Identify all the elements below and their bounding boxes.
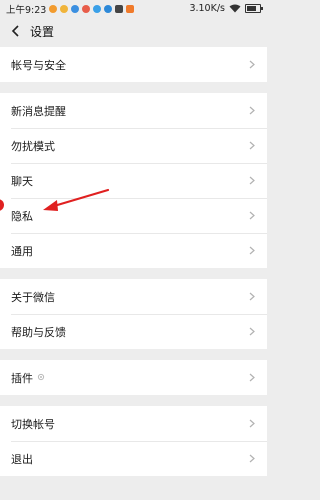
settings-item-label: 勿扰模式 (11, 139, 55, 153)
spacer (0, 349, 267, 360)
chevron-right-icon (249, 176, 257, 185)
chevron-right-icon (249, 106, 257, 115)
chevron-right-icon (249, 211, 257, 220)
notification-icon (71, 4, 80, 13)
settings-item-switch-account[interactable]: 切换帐号 (0, 406, 267, 441)
settings-item-help-feedback[interactable]: 帮助与反馈 (0, 314, 267, 349)
chevron-right-icon (249, 292, 257, 301)
settings-item-new-message-notify[interactable]: 新消息提醒 (0, 93, 267, 128)
chevron-left-icon (11, 25, 19, 37)
status-right: 3.10K/s (189, 3, 263, 14)
page-title: 设置 (30, 24, 55, 39)
settings-item-account-security[interactable]: 帐号与安全 (0, 47, 267, 82)
annotation-arrow-icon (43, 188, 110, 211)
wifi-icon (229, 4, 241, 13)
settings-item-label: 退出 (11, 452, 33, 466)
status-bar: 上午9:23 3.10K/s (0, 0, 267, 17)
settings-item-label: 聊天 (11, 174, 33, 188)
chevron-right-icon (249, 246, 257, 255)
chevron-right-icon (249, 419, 257, 428)
settings-item-label: 切换帐号 (11, 417, 55, 431)
notification-icon (115, 4, 124, 13)
settings-group-account-actions: 切换帐号 退出 (0, 406, 267, 476)
spacer (0, 82, 267, 93)
spacer (0, 268, 267, 279)
settings-item-label: 关于微信 (11, 290, 55, 304)
status-left: 上午9:23 (6, 2, 135, 16)
settings-item-label: 帮助与反馈 (11, 325, 66, 339)
settings-group-about: 关于微信 帮助与反馈 (0, 279, 267, 349)
nav-bar: 设置 (0, 17, 267, 45)
chevron-right-icon (249, 141, 257, 150)
settings-item-label: 隐私 (11, 209, 33, 223)
settings-item-general[interactable]: 通用 (0, 233, 267, 268)
chevron-right-icon (249, 454, 257, 463)
chevron-right-icon (249, 327, 257, 336)
spacer (0, 395, 267, 406)
notification-icon (104, 4, 113, 13)
notification-icon (126, 4, 135, 13)
notification-icon (60, 4, 69, 13)
chevron-right-icon (249, 373, 257, 382)
chevron-right-icon (249, 60, 257, 69)
settings-item-label: 插件 (11, 371, 33, 385)
notification-icon (82, 4, 91, 13)
status-time: 上午9:23 (6, 4, 47, 16)
notification-icon (93, 4, 102, 13)
network-speed: 3.10K/s (189, 3, 225, 14)
plugin-icon (37, 373, 45, 383)
back-button[interactable] (8, 23, 24, 39)
settings-group-plugins: 插件 (0, 360, 267, 395)
battery-icon (245, 4, 263, 13)
settings-item-label: 帐号与安全 (11, 58, 66, 72)
settings-group-general: 新消息提醒 勿扰模式 聊天 隐私 通用 (0, 93, 267, 268)
settings-item-label: 通用 (11, 244, 33, 258)
settings-group-account: 帐号与安全 (0, 47, 267, 82)
settings-item-logout[interactable]: 退出 (0, 441, 267, 476)
settings-item-label: 新消息提醒 (11, 104, 66, 118)
notification-icon (49, 4, 58, 13)
settings-item-about[interactable]: 关于微信 (0, 279, 267, 314)
settings-item-plugins[interactable]: 插件 (0, 360, 267, 395)
settings-item-do-not-disturb[interactable]: 勿扰模式 (0, 128, 267, 163)
